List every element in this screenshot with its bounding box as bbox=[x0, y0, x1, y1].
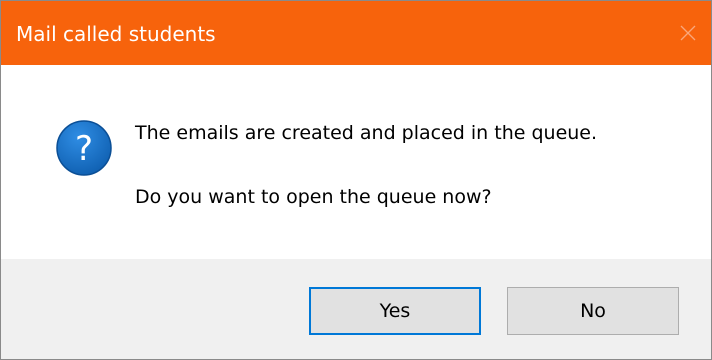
close-icon bbox=[679, 24, 697, 42]
question-icon: ? bbox=[56, 120, 112, 176]
svg-text:?: ? bbox=[75, 129, 93, 169]
dialog-title: Mail called students bbox=[16, 22, 216, 46]
yes-button[interactable]: Yes bbox=[309, 287, 481, 335]
button-bar: Yes No bbox=[1, 259, 711, 359]
message-dialog: Mail called students ? The emails are cr… bbox=[0, 0, 712, 360]
message-line-1: The emails are created and placed in the… bbox=[135, 122, 598, 144]
no-button[interactable]: No bbox=[507, 287, 679, 335]
title-bar[interactable]: Mail called students bbox=[1, 1, 711, 65]
dialog-content: ? The emails are created and placed in t… bbox=[1, 65, 711, 259]
message-line-2: Do you want to open the queue now? bbox=[135, 186, 492, 208]
close-button[interactable] bbox=[665, 1, 711, 65]
